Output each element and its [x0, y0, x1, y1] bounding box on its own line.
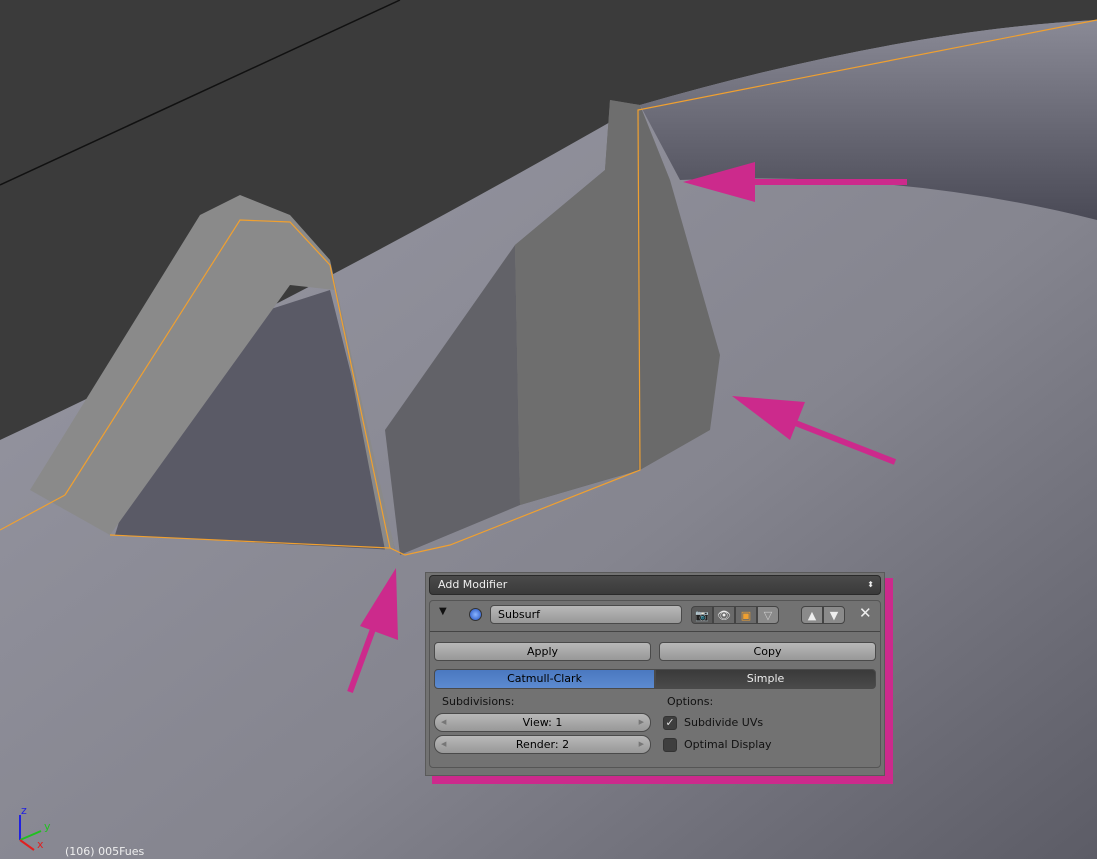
add-modifier-dropdown[interactable]: Add Modifier ⬍: [429, 575, 881, 595]
add-modifier-label: Add Modifier: [438, 578, 508, 591]
view-subdivisions-field[interactable]: ◀ View: 1 ▶: [434, 713, 651, 732]
move-up-icon[interactable]: ▲: [801, 606, 823, 624]
render-value: Render: 2: [515, 738, 570, 751]
move-down-icon[interactable]: ▼: [823, 606, 845, 624]
render-toggle-icon[interactable]: 📷: [691, 606, 713, 624]
subsurf-modifier: ▼ Subsurf 📷 👁 ▣ ▽ ▲ ▼ ✕ Apply Copy Catmu…: [429, 600, 881, 768]
status-text: (106) 005Fues: [65, 845, 145, 858]
modifier-panel: Add Modifier ⬍ ▼ Subsurf 📷 👁 ▣ ▽ ▲ ▼ ✕ Ap…: [425, 572, 885, 776]
updown-icon: ⬍: [867, 580, 874, 589]
cage-icon[interactable]: ▽: [757, 606, 779, 624]
subdivide-uvs-label: Subdivide UVs: [684, 716, 764, 729]
mode-catmull-clark[interactable]: Catmull-Clark: [434, 669, 655, 689]
options-label: Options:: [667, 695, 714, 708]
modifier-type-icon: [469, 608, 482, 621]
apply-button[interactable]: Apply: [434, 642, 651, 661]
collapse-triangle-icon[interactable]: ▼: [439, 606, 447, 617]
optimal-display-label: Optimal Display: [684, 738, 772, 751]
optimal-display-checkbox[interactable]: [663, 738, 677, 752]
subdivide-uvs-checkbox[interactable]: ✓: [663, 716, 677, 730]
view-value: View: 1: [522, 716, 563, 729]
axis-y-label: y: [44, 820, 51, 833]
axis-z-label: z: [21, 804, 27, 817]
copy-button[interactable]: Copy: [659, 642, 876, 661]
subdivisions-label: Subdivisions:: [442, 695, 515, 708]
close-icon[interactable]: ✕: [859, 604, 872, 622]
render-subdivisions-field[interactable]: ◀ Render: 2 ▶: [434, 735, 651, 754]
eye-icon[interactable]: 👁: [713, 606, 735, 624]
mode-simple[interactable]: Simple: [655, 669, 876, 689]
axis-x-label: x: [37, 838, 44, 851]
editmode-icon[interactable]: ▣: [735, 606, 757, 624]
modifier-name-field[interactable]: Subsurf: [490, 605, 682, 624]
